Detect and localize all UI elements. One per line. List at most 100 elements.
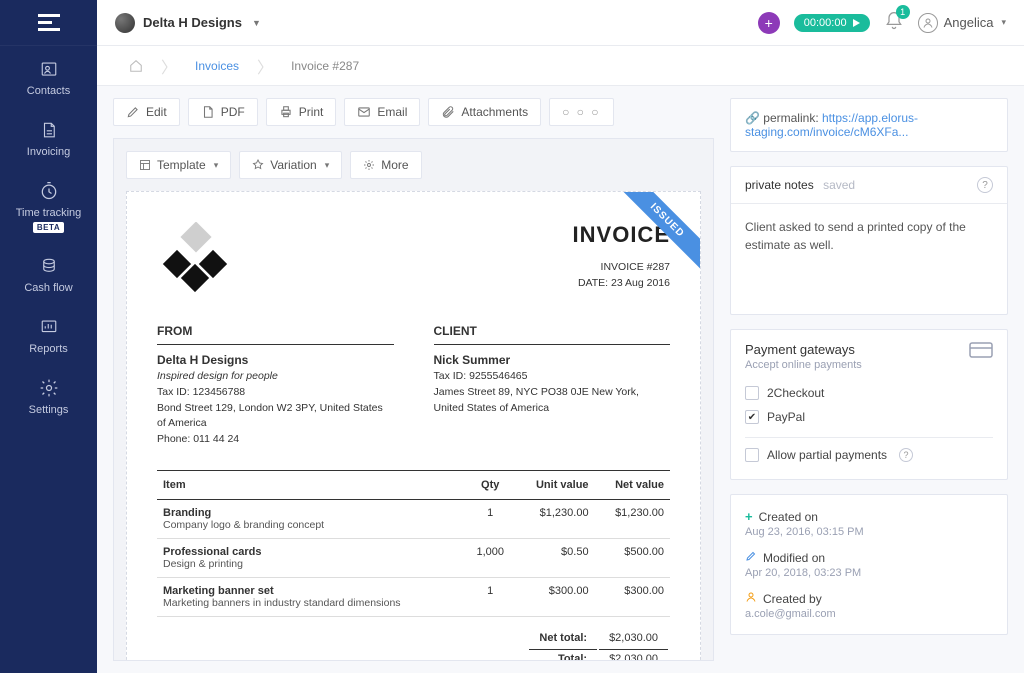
item-sub: Design & printing — [163, 558, 460, 570]
sidebar-item-label: Reports — [29, 343, 68, 355]
help-icon[interactable]: ? — [977, 177, 993, 193]
checkbox-icon — [745, 386, 759, 400]
sidebar-item-label: Settings — [29, 404, 69, 416]
button-label: Attachments — [461, 105, 528, 119]
net-total-label: Net total: — [529, 629, 597, 647]
timer-value: 00:00:00 — [804, 17, 847, 29]
sidebar-item-settings[interactable]: Settings — [0, 365, 97, 426]
meta-value: a.cole@gmail.com — [745, 608, 993, 620]
option-label: 2Checkout — [767, 386, 824, 400]
meta-label: Created on — [759, 510, 818, 524]
from-tax: Tax ID: 123456788 — [157, 385, 394, 401]
invoice-document: ISSUED — [126, 191, 701, 661]
gear-icon — [39, 377, 59, 399]
coins-icon — [39, 255, 59, 277]
sidebar-item-time-tracking[interactable]: Time tracking BETA — [0, 168, 97, 243]
sidebar-item-label: Time tracking — [16, 207, 82, 219]
edit-button[interactable]: Edit — [113, 98, 180, 126]
user-menu[interactable]: Angelica ▾ — [918, 13, 1006, 33]
item-qty: 1 — [466, 499, 515, 538]
sidebar-item-label: Contacts — [27, 85, 70, 97]
sidebar-item-contacts[interactable]: Contacts — [0, 46, 97, 107]
app-logo[interactable] — [0, 0, 97, 46]
topbar: Delta H Designs ▼ + 00:00:00 1 Angelica … — [97, 0, 1024, 46]
breadcrumb: 〉 Invoices 〉 Invoice #287 — [97, 46, 1024, 86]
sidebar: Contacts Invoicing Time tracking BETA Ca… — [0, 0, 97, 673]
gateway-option-paypal[interactable]: PayPal — [745, 405, 993, 429]
sub-action-toolbar: Template ▾ Variation ▾ More — [126, 151, 701, 179]
chevron-down-icon: ▾ — [325, 160, 330, 171]
allow-partial-option[interactable]: Allow partial payments ? — [745, 437, 993, 467]
beta-badge: BETA — [33, 222, 64, 233]
item-sub: Company logo & branding concept — [163, 519, 460, 531]
chevron-down-icon: ▾ — [214, 160, 219, 171]
button-label: Variation — [270, 158, 316, 172]
notes-heading: private notes — [745, 178, 814, 192]
item-qty: 1 — [466, 577, 515, 616]
ribbon-label: ISSUED — [614, 192, 700, 274]
gateways-subtitle: Accept online payments — [745, 359, 862, 371]
org-switcher[interactable]: Delta H Designs ▼ — [115, 13, 261, 33]
sidebar-item-label: Invoicing — [27, 146, 70, 158]
from-block: FROM Delta H Designs Inspired design for… — [157, 322, 394, 448]
template-dropdown[interactable]: Template ▾ — [126, 151, 231, 179]
total-label: Total: — [529, 649, 597, 661]
attachments-button[interactable]: Attachments — [428, 98, 541, 126]
net-total-value: $2,030.00 — [599, 629, 668, 647]
item-sub: Marketing banners in industry standard d… — [163, 597, 460, 609]
col-net: Net value — [595, 470, 670, 499]
from-heading: FROM — [157, 322, 394, 345]
email-button[interactable]: Email — [344, 98, 420, 126]
print-button[interactable]: Print — [266, 98, 337, 126]
option-label: PayPal — [767, 410, 805, 424]
client-block: CLIENT Nick Summer Tax ID: 9255546465 Ja… — [434, 322, 671, 448]
items-table: Item Qty Unit value Net value BrandingCo… — [157, 470, 670, 617]
button-label: Template — [157, 158, 206, 172]
add-button[interactable]: + — [758, 12, 780, 34]
pencil-icon — [745, 550, 757, 565]
breadcrumb-home[interactable] — [115, 46, 157, 85]
meta-label: Modified on — [763, 551, 825, 565]
notes-status: saved — [823, 178, 855, 192]
permalink-panel: 🔗 permalink: https://app.elorus-staging.… — [730, 98, 1008, 152]
more-actions-button[interactable]: ○ ○ ○ — [549, 98, 613, 126]
meta-created-by: Created by a.cole@gmail.com — [745, 585, 993, 626]
sidebar-item-cash-flow[interactable]: Cash flow — [0, 243, 97, 304]
sidebar-item-label: Cash flow — [24, 282, 72, 294]
breadcrumb-page: Invoice #287 — [277, 46, 373, 85]
timer-button[interactable]: 00:00:00 — [794, 14, 870, 32]
item-unit: $300.00 — [515, 577, 595, 616]
help-icon[interactable]: ? — [899, 448, 913, 462]
user-name: Angelica — [944, 15, 994, 30]
meta-created: +Created on Aug 23, 2016, 03:15 PM — [745, 503, 993, 544]
gateway-option-2checkout[interactable]: 2Checkout — [745, 381, 993, 405]
breadcrumb-section[interactable]: Invoices — [181, 46, 253, 85]
item-net: $300.00 — [595, 577, 670, 616]
action-toolbar: Edit PDF Print Email Attachments ○ ○ ○ — [113, 98, 714, 126]
item-unit: $0.50 — [515, 538, 595, 577]
item-net: $1,230.00 — [595, 499, 670, 538]
notes-textarea[interactable]: Client asked to send a printed copy of t… — [731, 204, 1007, 314]
table-row: BrandingCompany logo & branding concept … — [157, 499, 670, 538]
table-row: Professional cardsDesign & printing 1,00… — [157, 538, 670, 577]
breadcrumb-separator: 〉 — [157, 54, 181, 78]
button-label: More — [381, 158, 408, 172]
col-unit: Unit value — [515, 470, 595, 499]
item-net: $500.00 — [595, 538, 670, 577]
from-name: Delta H Designs — [157, 351, 394, 369]
plus-icon: + — [745, 509, 753, 524]
invoicing-icon — [40, 119, 58, 141]
item-qty: 1,000 — [466, 538, 515, 577]
pdf-button[interactable]: PDF — [188, 98, 258, 126]
company-logo — [157, 222, 233, 298]
sidebar-item-invoicing[interactable]: Invoicing — [0, 107, 97, 168]
from-phone: Phone: 011 44 24 — [157, 432, 394, 448]
item-title: Marketing banner set — [163, 585, 460, 597]
total-value: $2,030.00 — [599, 649, 668, 661]
more-dropdown[interactable]: More — [350, 151, 421, 179]
sidebar-item-reports[interactable]: Reports — [0, 304, 97, 365]
play-icon — [853, 19, 860, 27]
variation-dropdown[interactable]: Variation ▾ — [239, 151, 342, 179]
meta-modified: Modified on Apr 20, 2018, 03:23 PM — [745, 544, 993, 585]
notifications-button[interactable]: 1 — [884, 11, 904, 34]
